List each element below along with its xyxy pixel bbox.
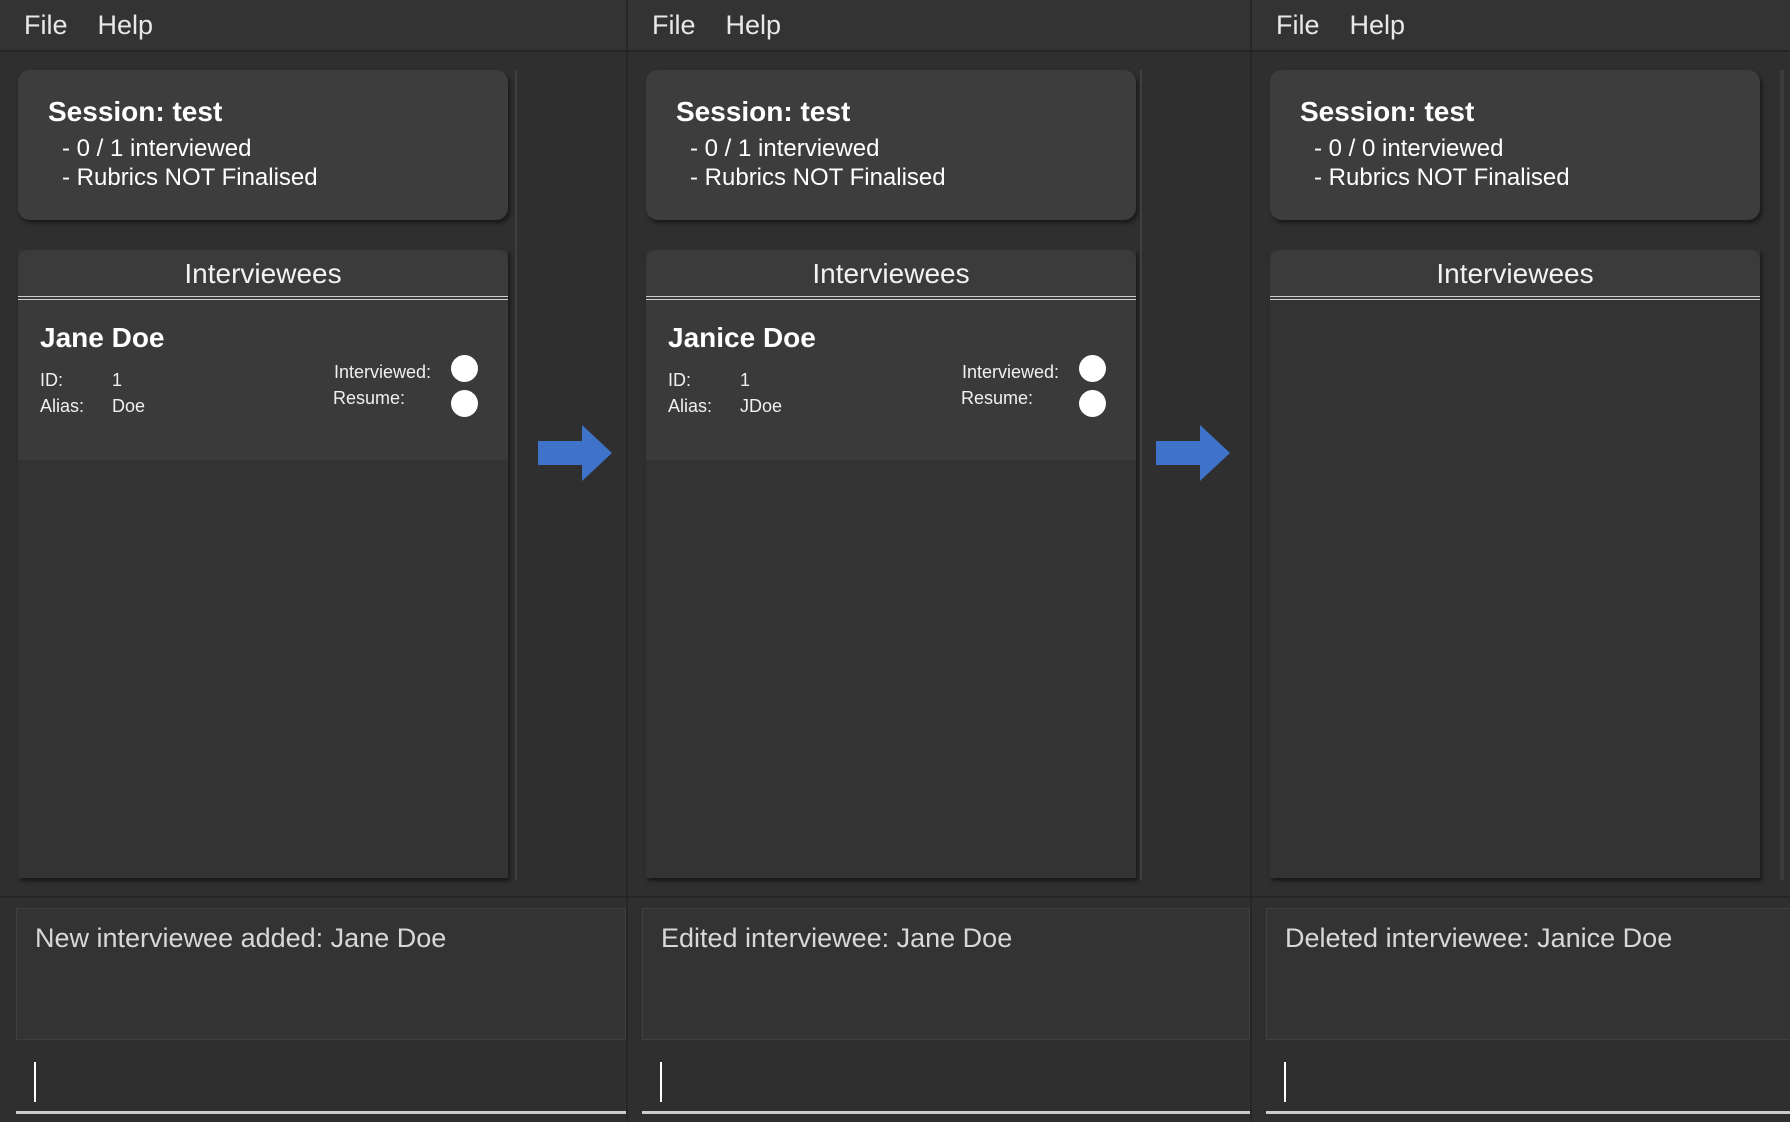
menu-file[interactable]: File <box>24 10 68 41</box>
interviewee-list[interactable]: Interviewees <box>1270 250 1760 878</box>
alias-value: Doe <box>112 396 146 416</box>
interviewee-id-row: ID: 1 <box>668 370 750 391</box>
result-display: Deleted interviewee: Janice Doe <box>1266 908 1790 1040</box>
resume-indicator <box>451 390 478 417</box>
interviewed-indicator <box>1079 355 1106 382</box>
id-label: ID: <box>668 370 692 390</box>
session-interviewed-count: - 0 / 1 interviewed <box>62 135 252 162</box>
alias-label: Alias: <box>668 396 713 416</box>
interviewee-alias-row: Alias: Doe <box>40 396 145 417</box>
separator <box>1252 896 1790 898</box>
session-title: Session: test <box>676 96 851 127</box>
separator <box>0 896 626 898</box>
session-rubrics-status: - Rubrics NOT Finalised <box>690 164 946 191</box>
interviewee-name: Janice Doe <box>668 322 816 353</box>
pane-divider <box>515 70 517 880</box>
menu-bar: File Help <box>0 0 626 52</box>
interviewed-label: Interviewed: <box>961 362 1059 382</box>
result-display: Edited interviewee: Jane Doe <box>642 908 1250 1040</box>
app-window-3: File Help Session: test - 0 / 0 intervie… <box>1250 0 1790 1122</box>
session-card: Session: test - 0 / 1 interviewed - Rubr… <box>18 70 508 220</box>
session-title: Session: test <box>1300 96 1475 127</box>
session-rubrics-status: - Rubrics NOT Finalised <box>62 164 318 191</box>
interviewee-list-header: Interviewees <box>18 250 508 300</box>
session-title: Session: test <box>48 96 223 127</box>
menu-help[interactable]: Help <box>1350 10 1406 41</box>
app-window-2: File Help Session: test - 0 / 1 intervie… <box>626 0 1250 1122</box>
id-value: 1 <box>112 370 123 390</box>
menu-help[interactable]: Help <box>726 10 782 41</box>
arrow-right-icon <box>1156 425 1230 481</box>
id-value: 1 <box>740 370 751 390</box>
session-card: Session: test - 0 / 1 interviewed - Rubr… <box>646 70 1136 220</box>
menu-bar: File Help <box>628 0 1250 52</box>
menu-bar: File Help <box>1252 0 1790 52</box>
interviewee-card[interactable]: Janice Doe ID: 1 Alias: JDoe Interviewed… <box>646 300 1136 460</box>
session-interviewed-count: - 0 / 1 interviewed <box>690 135 880 162</box>
interviewee-list-header: Interviewees <box>646 250 1136 300</box>
menu-help[interactable]: Help <box>98 10 154 41</box>
pane-divider <box>1140 70 1142 880</box>
command-input[interactable] <box>16 1048 626 1114</box>
session-card: Session: test - 0 / 0 interviewed - Rubr… <box>1270 70 1760 220</box>
interviewee-list[interactable]: Interviewees Janice Doe ID: 1 Alias: JDo… <box>646 250 1136 878</box>
session-interviewed-count: - 0 / 0 interviewed <box>1314 135 1504 162</box>
resume-label: Resume: <box>332 388 405 408</box>
interviewee-card[interactable]: Jane Doe ID: 1 Alias: Doe Interviewed: R… <box>18 300 508 460</box>
interviewee-name: Jane Doe <box>40 322 165 353</box>
command-input[interactable] <box>1266 1048 1790 1114</box>
interviewee-list-header: Interviewees <box>1270 250 1760 300</box>
resume-label: Resume: <box>960 388 1033 408</box>
session-rubrics-status: - Rubrics NOT Finalised <box>1314 164 1570 191</box>
alias-value: JDoe <box>740 396 783 416</box>
text-caret <box>1284 1062 1286 1102</box>
text-caret <box>660 1062 662 1102</box>
alias-label: Alias: <box>40 396 85 416</box>
scrollbar[interactable] <box>1780 70 1784 880</box>
arrow-right-icon <box>538 425 612 481</box>
interviewed-label: Interviewed: <box>333 362 431 382</box>
id-label: ID: <box>40 370 64 390</box>
interviewee-list[interactable]: Interviewees Jane Doe ID: 1 Alias: Doe I… <box>18 250 508 878</box>
resume-indicator <box>1079 390 1106 417</box>
menu-file[interactable]: File <box>1276 10 1320 41</box>
interviewee-id-row: ID: 1 <box>40 370 122 391</box>
result-display: New interviewee added: Jane Doe <box>16 908 626 1040</box>
interviewee-alias-row: Alias: JDoe <box>668 396 782 417</box>
app-window-1: File Help Session: test - 0 / 1 intervie… <box>0 0 626 1122</box>
text-caret <box>34 1062 36 1102</box>
separator <box>628 896 1250 898</box>
menu-file[interactable]: File <box>652 10 696 41</box>
command-input[interactable] <box>642 1048 1250 1114</box>
interviewed-indicator <box>451 355 478 382</box>
